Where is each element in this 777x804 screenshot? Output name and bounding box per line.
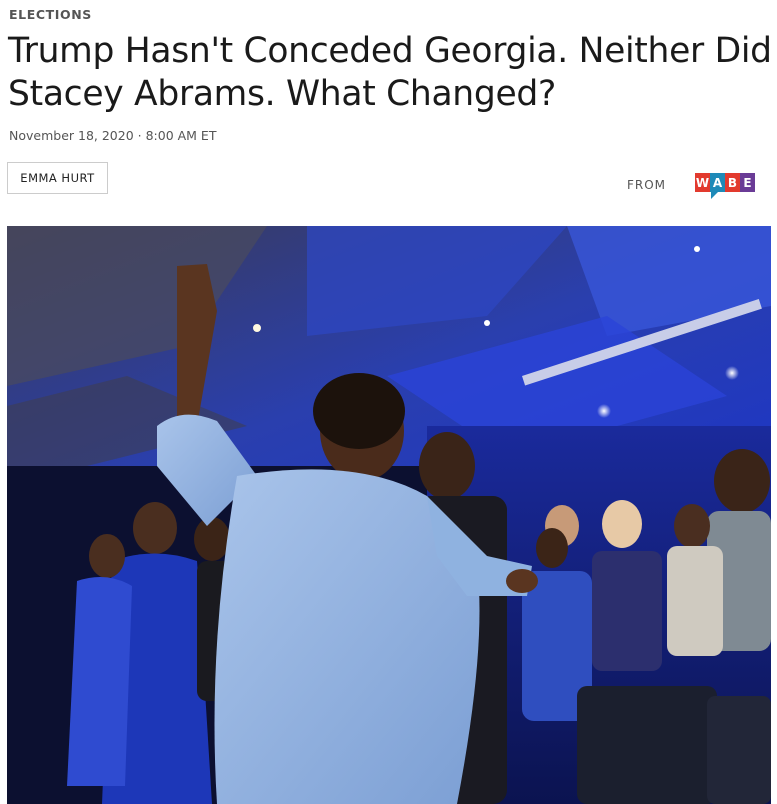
station-logo-pointer xyxy=(711,192,718,199)
station-logo-letter: A xyxy=(710,173,725,192)
section-label[interactable]: ELECTIONS xyxy=(9,7,92,22)
from-label: FROM xyxy=(627,178,667,192)
station-logo-letter: B xyxy=(725,173,740,192)
hero-photo xyxy=(7,226,771,804)
article-headline: Trump Hasn't Conceded Georgia. Neither D… xyxy=(8,31,772,114)
station-logo-letter: W xyxy=(695,173,710,192)
author-button[interactable]: EMMA HURT xyxy=(7,162,108,194)
station-logo-letter: E xyxy=(740,173,755,192)
hero-photo-illustration xyxy=(7,226,771,804)
station-logo[interactable]: W A B E xyxy=(695,173,755,199)
article-dateline: November 18, 2020 · 8:00 AM ET xyxy=(9,128,217,143)
